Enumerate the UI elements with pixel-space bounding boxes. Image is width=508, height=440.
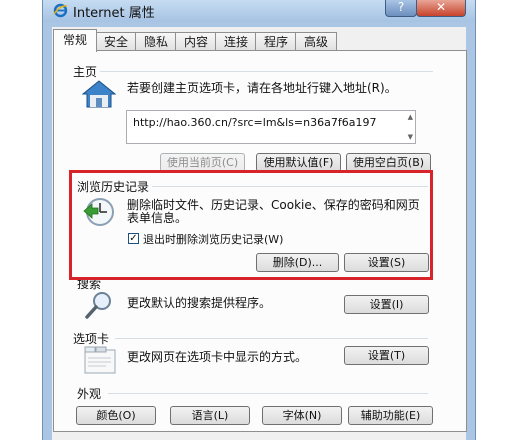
colors-button[interactable]: 颜色(O) <box>76 406 156 425</box>
tab-privacy[interactable]: 隐私 <box>135 32 177 51</box>
homepage-url-text: http://hao.360.cn/?src=lm&ls=n36a7f6a197 <box>133 116 377 129</box>
tabs-settings-button[interactable]: 设置(T) <box>344 346 429 365</box>
search-settings-button[interactable]: 设置(I) <box>344 295 429 314</box>
scroll-up-arrow-icon[interactable]: ▲ <box>408 113 413 121</box>
languages-button[interactable]: 语言(L) <box>170 406 250 425</box>
tab-general[interactable]: 常规 <box>53 29 97 52</box>
magnifier-icon <box>85 292 111 319</box>
homepage-divider <box>100 71 433 72</box>
scroll-down-arrow-icon[interactable]: ▼ <box>408 133 413 141</box>
title-bar[interactable]: Internet 属性 ? ✕ <box>43 0 475 22</box>
close-button[interactable]: ✕ <box>416 0 466 17</box>
house-icon <box>82 80 116 108</box>
search-description: 更改默认的搜索提供程序。 <box>127 296 272 310</box>
tab-programs[interactable]: 程序 <box>255 32 297 51</box>
tabs-divider <box>115 338 428 339</box>
tab-window-icon <box>84 346 116 374</box>
tab-content[interactable]: 内容 <box>175 32 217 51</box>
homepage-url-field[interactable]: http://hao.360.cn/?src=lm&ls=n36a7f6a197… <box>126 110 416 144</box>
accessibility-button[interactable]: 辅助功能(E) <box>348 406 433 425</box>
tabs-description: 更改网页在选项卡中显示的方式。 <box>127 350 308 364</box>
highlight-box <box>69 170 433 280</box>
window-title: Internet 属性 <box>73 6 155 21</box>
appearance-divider <box>108 393 428 394</box>
tab-security[interactable]: 安全 <box>95 32 137 51</box>
ie-icon <box>53 3 68 18</box>
tab-connections[interactable]: 连接 <box>215 32 257 51</box>
appearance-section-label: 外观 <box>77 387 102 401</box>
fonts-button[interactable]: 字体(N) <box>262 406 342 425</box>
tab-advanced[interactable]: 高级 <box>295 32 337 51</box>
homepage-description: 若要创建主页选项卡，请在各地址行键入地址(R)。 <box>127 81 397 95</box>
help-button[interactable]: ? <box>385 0 417 17</box>
homepage-section-label: 主页 <box>73 65 98 79</box>
tabs-section-label: 选项卡 <box>73 332 110 346</box>
